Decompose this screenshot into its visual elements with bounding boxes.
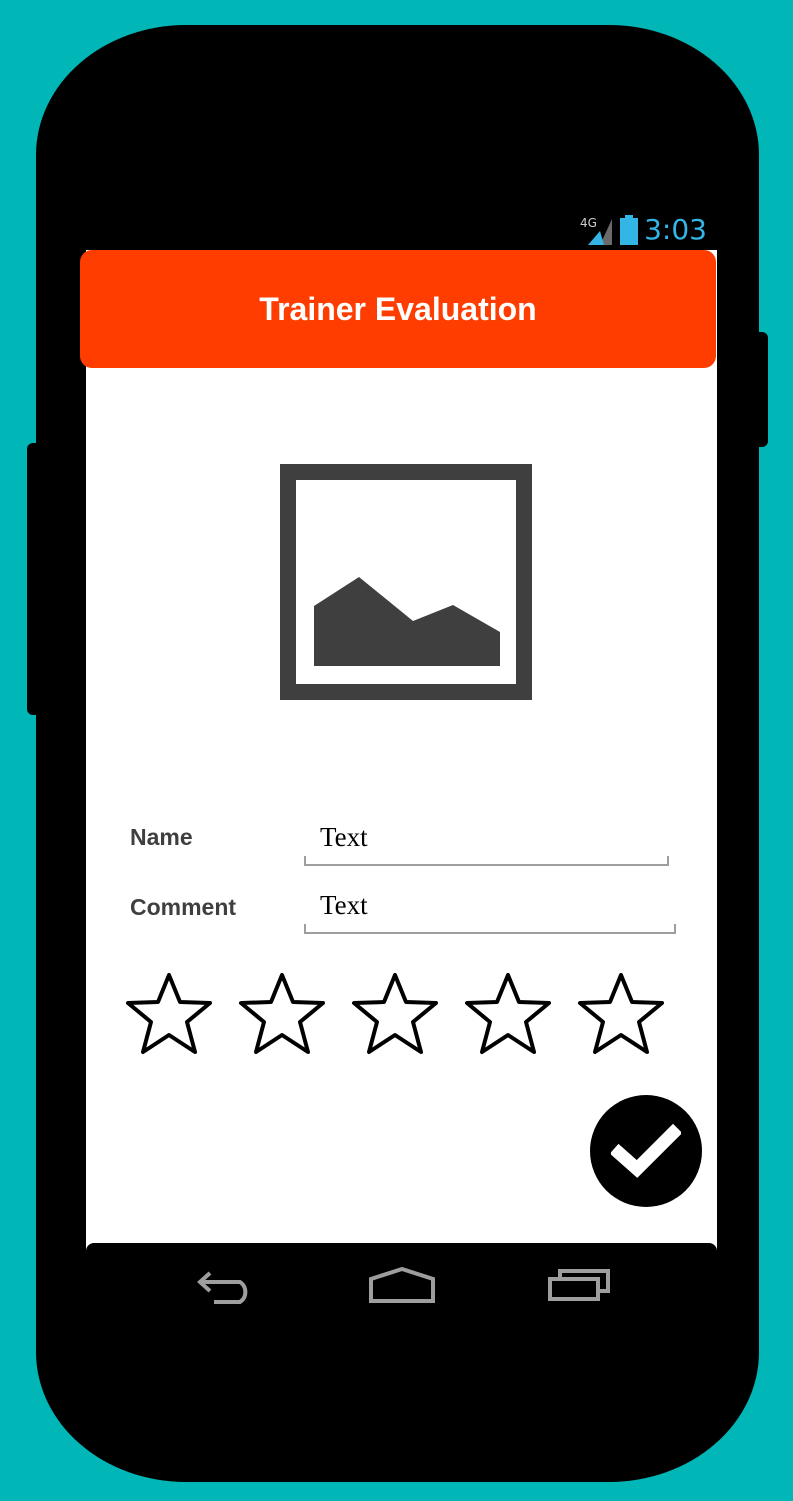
star-1-icon[interactable] [124,972,214,1056]
submit-button[interactable] [590,1095,702,1207]
star-4-icon[interactable] [463,972,553,1056]
battery-icon [620,215,639,245]
comment-field[interactable]: Text [304,888,676,934]
checkmark-icon [611,1123,681,1178]
comment-label: Comment [130,894,237,920]
svg-text:4G: 4G [580,216,597,230]
recent-apps-icon[interactable] [548,1267,610,1303]
signal-icon: 4G [580,216,613,245]
name-label: Name [130,824,193,850]
app-bar: Trainer Evaluation [80,250,716,368]
star-rating [124,972,666,1056]
name-field[interactable]: Text [304,820,669,866]
back-icon[interactable] [196,1267,258,1305]
system-nav-bar [86,1243,717,1326]
star-5-icon[interactable] [576,972,666,1056]
name-field-underline [304,856,669,866]
app-title: Trainer Evaluation [259,290,537,327]
status-bar: 4G 3:03 [86,208,717,250]
status-time: 3:03 [644,213,707,246]
home-icon[interactable] [369,1267,435,1303]
star-3-icon[interactable] [350,972,440,1056]
image-placeholder-icon [280,464,532,705]
app-screen: 4G 3:03 Trainer Evaluation Name Text Com… [80,208,717,1326]
star-2-icon[interactable] [237,972,327,1056]
comment-field-underline [304,924,676,934]
name-field-value: Text [320,822,368,852]
comment-field-value: Text [320,890,368,920]
